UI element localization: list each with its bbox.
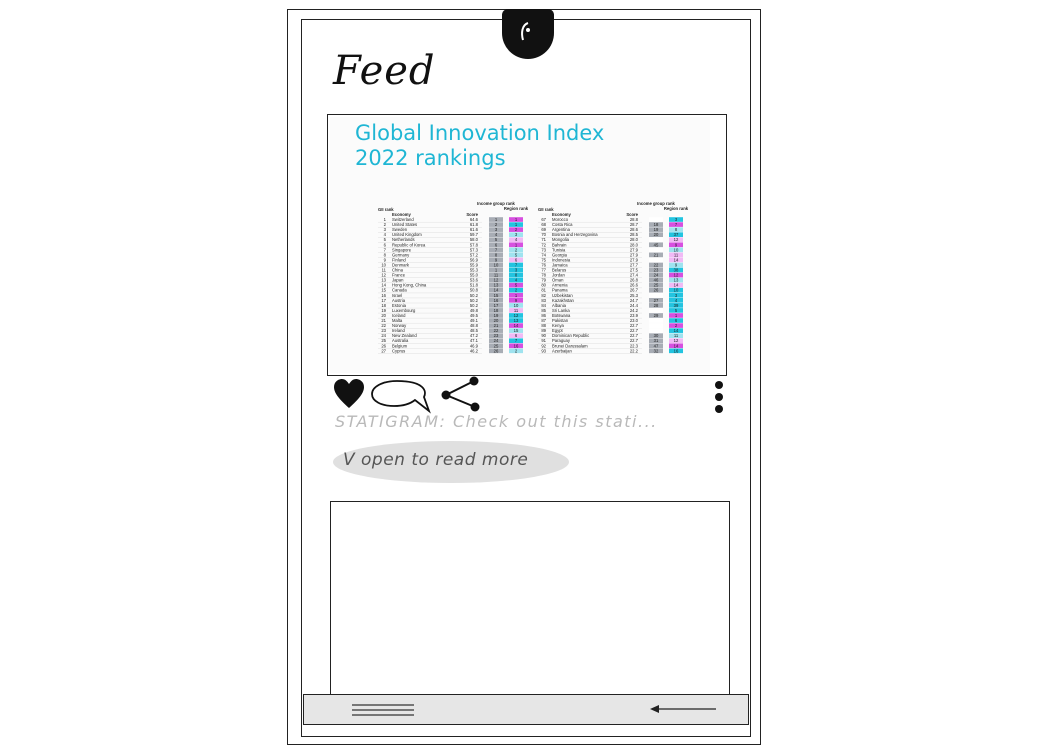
table-cell-income-rank: 20 bbox=[654, 232, 659, 237]
post-image-document: Global Innovation Index 2022 rankings GI… bbox=[330, 117, 710, 373]
post-image[interactable]: Global Innovation Index 2022 rankings GI… bbox=[327, 114, 727, 376]
post-image-title-line2: 2022 rankings bbox=[355, 146, 506, 170]
read-more-label: V open to read more bbox=[343, 450, 529, 470]
table-cell-income-rank: 29 bbox=[654, 313, 659, 318]
table-cell-score: 46.2 bbox=[470, 348, 479, 353]
table-cell-rank: 27 bbox=[381, 348, 386, 353]
rankings-table: GII rankEconomy ScoreIncome group rankReg… bbox=[378, 201, 689, 354]
page-title: Feed bbox=[333, 48, 436, 94]
table-cell-income-rank: 26 bbox=[494, 348, 499, 353]
comment-icon[interactable] bbox=[369, 378, 435, 414]
table-header-region-rank: Region rank bbox=[664, 206, 689, 211]
next-post-placeholder[interactable] bbox=[330, 501, 730, 701]
share-icon[interactable] bbox=[438, 376, 482, 414]
camera-notch-icon bbox=[502, 9, 554, 59]
table-cell-income-rank: 28 bbox=[654, 303, 659, 308]
table-cell-economy: Cyprus bbox=[392, 348, 405, 353]
table-cell-income-rank: 26 bbox=[654, 288, 659, 293]
table-cell-economy: Azerbaijan bbox=[552, 348, 572, 353]
income-rank-cell bbox=[649, 323, 663, 328]
table-cell-income-rank: 45 bbox=[654, 242, 659, 247]
table-cell-region-rank: 16 bbox=[674, 348, 679, 353]
table-cell-income-rank: 32 bbox=[654, 348, 659, 353]
camera-lens-icon bbox=[521, 22, 530, 41]
table-header-region-rank: Region rank bbox=[504, 206, 529, 211]
post-image-title: Global Innovation Index 2022 rankings bbox=[355, 121, 604, 171]
back-arrow-icon[interactable] bbox=[650, 702, 716, 716]
menu-icon[interactable] bbox=[352, 702, 414, 718]
table-cell-income-rank: 21 bbox=[654, 252, 659, 257]
heart-icon[interactable] bbox=[333, 378, 365, 410]
table-cell-rank: 93 bbox=[541, 348, 546, 353]
post-image-title-line1: Global Innovation Index bbox=[355, 121, 605, 145]
read-more-button[interactable]: V open to read more bbox=[333, 441, 569, 483]
income-rank-cell bbox=[649, 318, 663, 323]
table-cell-score: 22.2 bbox=[630, 348, 639, 353]
more-vertical-icon[interactable] bbox=[712, 380, 726, 414]
bottom-navigation-bar bbox=[303, 694, 749, 725]
post-caption: STATIGRAM: Check out this stati... bbox=[335, 412, 658, 431]
